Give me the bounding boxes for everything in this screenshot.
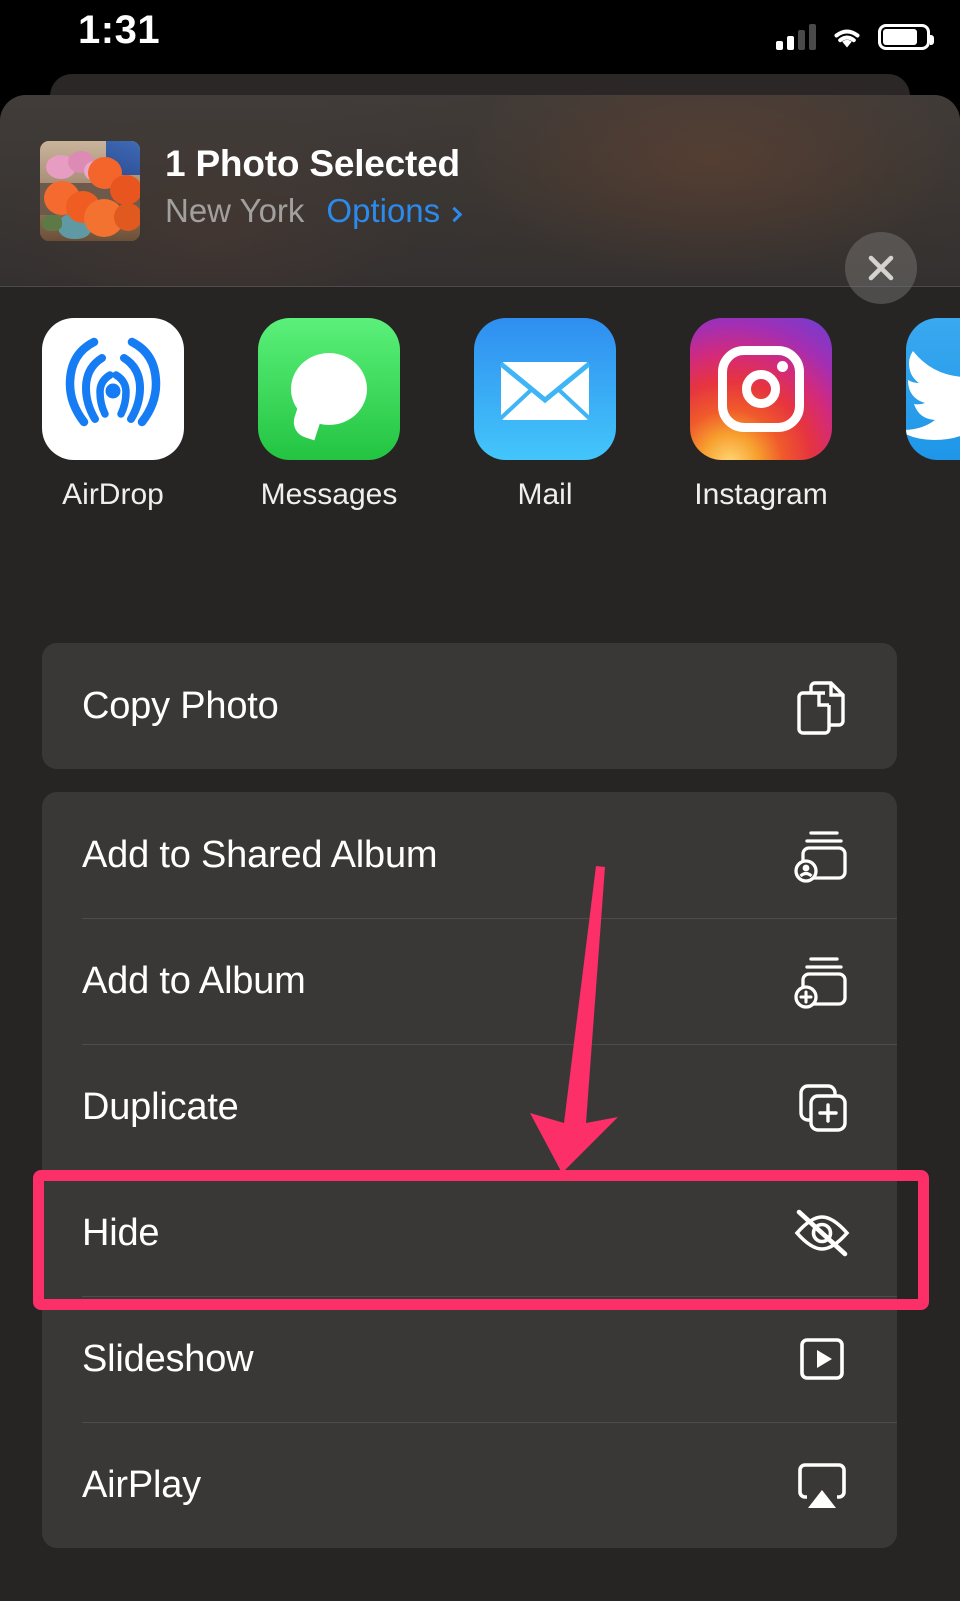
options-link[interactable]: Options xyxy=(326,192,463,230)
copy-documents-icon xyxy=(789,673,855,739)
shared-album-icon xyxy=(789,822,855,888)
messages-icon xyxy=(258,318,400,460)
iphone-screen: 1:31 1 Photo Selected New York Options A… xyxy=(0,0,960,1601)
share-target-mail[interactable]: Mail xyxy=(474,318,616,512)
menu-item-label: Duplicate xyxy=(82,1085,239,1128)
mail-icon xyxy=(474,318,616,460)
menu-item-label: Hide xyxy=(82,1211,160,1254)
play-rectangle-icon xyxy=(789,1326,855,1392)
close-button[interactable] xyxy=(845,232,917,304)
row-separator xyxy=(82,1422,897,1423)
close-icon xyxy=(868,255,894,281)
airplay-icon xyxy=(789,1452,855,1518)
share-target-label: Messages xyxy=(260,478,398,511)
instagram-icon xyxy=(690,318,832,460)
status-bar-indicators xyxy=(776,14,934,50)
wifi-icon xyxy=(830,24,864,50)
twitter-icon xyxy=(906,318,960,460)
battery-icon xyxy=(878,24,934,50)
page-title: 1 Photo Selected xyxy=(165,143,460,184)
share-target-label: Instagram xyxy=(694,478,828,511)
share-sheet-header-text: 1 Photo Selected New York Options xyxy=(165,143,463,230)
row-separator xyxy=(82,1296,897,1297)
row-separator xyxy=(82,1044,897,1045)
header-subtitle-row: New York Options xyxy=(165,192,463,230)
menu-item-slideshow[interactable]: Slideshow xyxy=(42,1296,897,1422)
chevron-right-icon xyxy=(446,207,463,223)
duplicate-icon xyxy=(789,1074,855,1140)
menu-item-label: Add to Album xyxy=(82,959,306,1002)
menu-item-label: Copy Photo xyxy=(82,684,279,727)
share-sheet-header: 1 Photo Selected New York Options xyxy=(0,95,960,287)
photo-actions-card: Add to Shared Album Add to Album Duplica… xyxy=(42,792,897,1548)
status-bar: 1:31 xyxy=(0,0,960,74)
cellular-signal-icon xyxy=(776,24,816,50)
share-target-label: AirDrop xyxy=(62,478,164,511)
options-label: Options xyxy=(326,192,441,230)
menu-item-copy-photo[interactable]: Copy Photo xyxy=(42,643,897,769)
photo-location-label: New York xyxy=(165,192,305,230)
share-target-airdrop[interactable]: AirDrop xyxy=(42,318,184,512)
menu-item-airplay[interactable]: AirPlay xyxy=(42,1422,897,1548)
photo-thumbnail[interactable] xyxy=(40,141,140,241)
row-separator xyxy=(82,1170,897,1171)
add-to-album-icon xyxy=(789,948,855,1014)
menu-item-label: Add to Shared Album xyxy=(82,833,438,876)
menu-item-hide[interactable]: Hide xyxy=(42,1170,897,1296)
menu-item-label: Slideshow xyxy=(82,1337,254,1380)
status-bar-clock: 1:31 xyxy=(78,8,161,52)
copy-actions-card: Copy Photo xyxy=(42,643,897,769)
menu-item-add-to-shared-album[interactable]: Add to Shared Album xyxy=(42,792,897,918)
eye-slash-icon xyxy=(789,1200,855,1266)
share-sheet: 1 Photo Selected New York Options AirDro… xyxy=(0,95,960,1601)
menu-item-add-to-album[interactable]: Add to Album xyxy=(42,918,897,1044)
menu-item-duplicate[interactable]: Duplicate xyxy=(42,1044,897,1170)
header-divider xyxy=(0,286,960,287)
share-target-label: Mail xyxy=(517,478,573,511)
row-separator xyxy=(82,918,897,919)
airdrop-icon xyxy=(42,318,184,460)
share-target-twitter[interactable]: T xyxy=(906,318,960,512)
share-targets-row[interactable]: AirDrop Messages Mail Instagram xyxy=(0,318,960,558)
share-target-messages[interactable]: Messages xyxy=(258,318,400,512)
share-target-instagram[interactable]: Instagram xyxy=(690,318,832,512)
menu-item-label: AirPlay xyxy=(82,1463,201,1506)
